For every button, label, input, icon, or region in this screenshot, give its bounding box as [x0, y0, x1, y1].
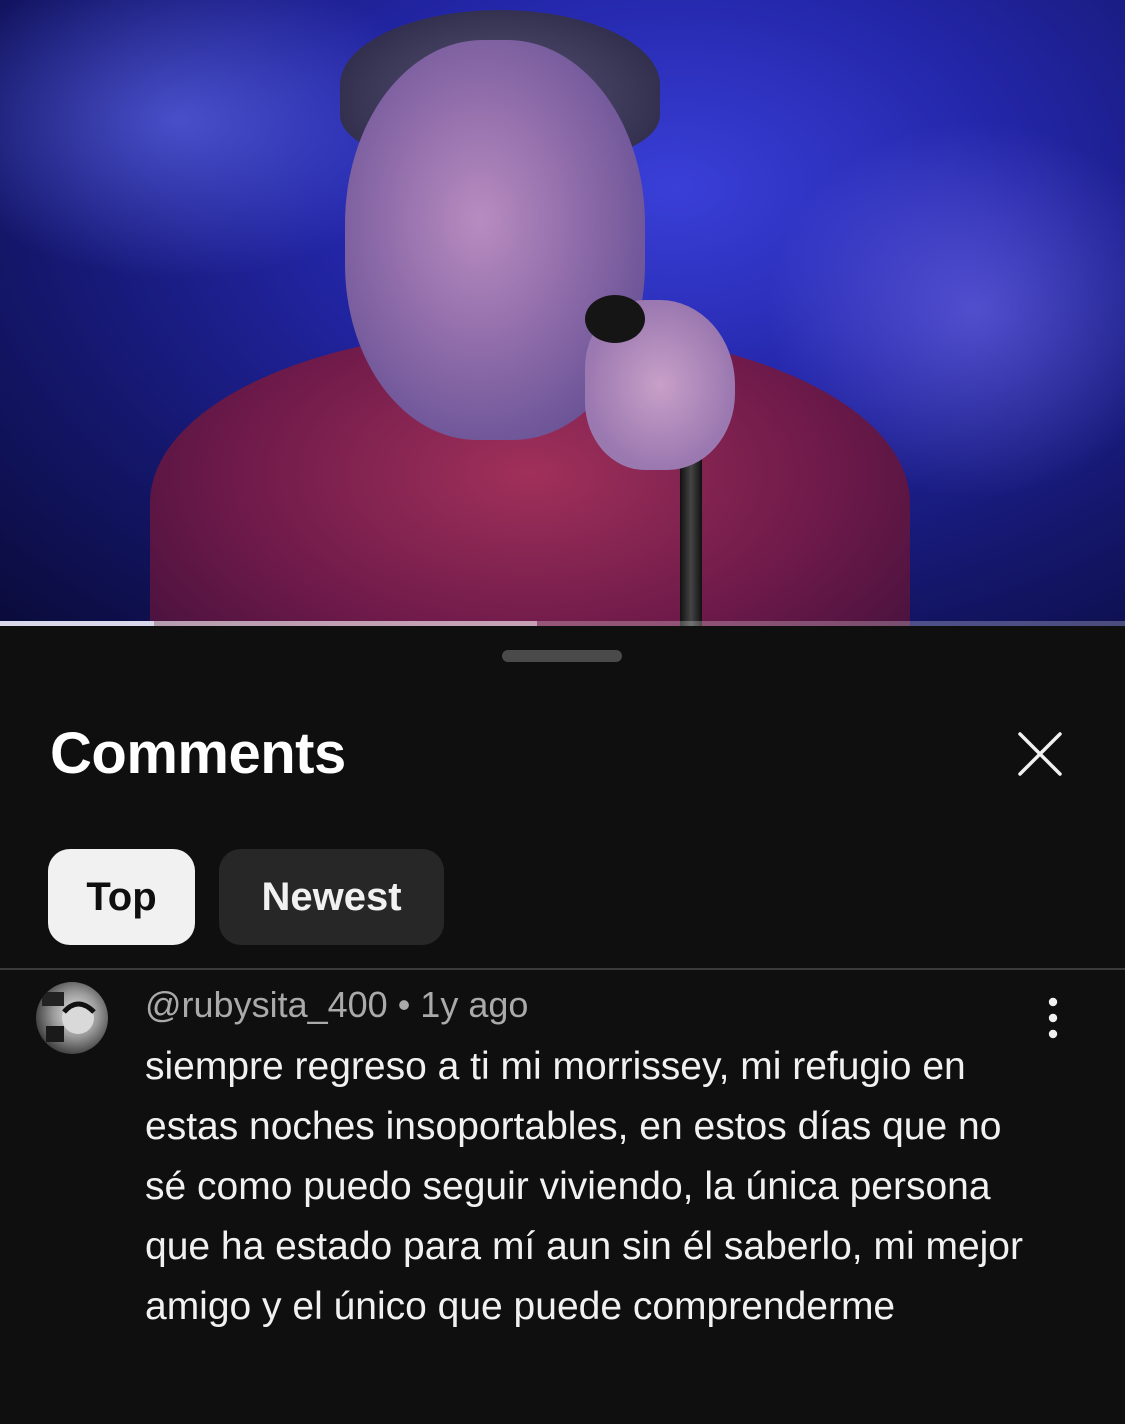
more-vertical-icon[interactable] — [1036, 996, 1070, 1040]
sort-chip-newest[interactable]: Newest — [219, 849, 444, 945]
video-progress-bar[interactable] — [0, 621, 1125, 626]
comment-meta: @rubysita_400 • 1y ago — [145, 982, 528, 1028]
comment-author[interactable]: @rubysita_400 — [145, 984, 388, 1025]
comment-time: 1y ago — [420, 984, 529, 1025]
comments-title: Comments — [50, 721, 346, 786]
divider — [0, 968, 1125, 970]
drag-handle[interactable] — [502, 650, 622, 662]
avatar[interactable] — [36, 982, 108, 1054]
comments-sheet: Comments Top Newest @rubysita_400 • 1y ago… — [0, 628, 1125, 1424]
sort-chip-top[interactable]: Top — [48, 849, 195, 945]
video-frame-microphone — [585, 295, 645, 343]
video-progress-played — [0, 621, 154, 626]
video-player[interactable] — [0, 0, 1125, 626]
comment-text: siempre regreso a ti mi morrissey, mi re… — [145, 1045, 1023, 1328]
meta-separator: • — [397, 984, 411, 1025]
close-icon[interactable] — [1012, 726, 1068, 782]
